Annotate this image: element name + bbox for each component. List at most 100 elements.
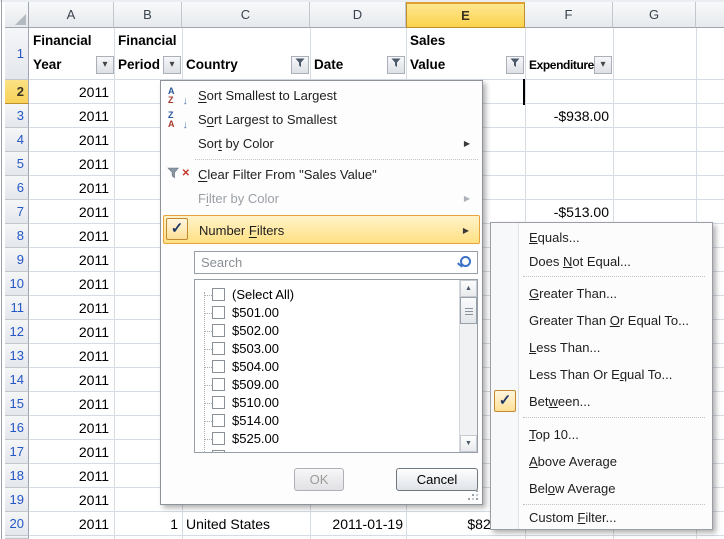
filter-list-item[interactable]: $502.00 — [195, 322, 441, 340]
cell-A18[interactable]: 2011 — [29, 464, 109, 488]
scroll-up-button[interactable]: ▲ — [460, 280, 477, 297]
cell-F3[interactable]: -$938.00 — [525, 104, 609, 128]
cell-A15[interactable]: 2011 — [29, 392, 109, 416]
submenu-item-top-10[interactable]: Top 10... — [492, 421, 711, 448]
filter-list-item[interactable]: $501.00 — [195, 304, 441, 322]
filter-list-item-partial[interactable] — [195, 448, 441, 453]
row-header-14[interactable]: 14 — [5, 368, 29, 392]
row-header-5[interactable]: 5 — [5, 152, 29, 176]
checkbox-unchecked[interactable] — [212, 342, 225, 355]
cell-A8[interactable]: 2011 — [29, 224, 109, 248]
cell-D20[interactable]: 2011-01-19 — [310, 512, 403, 536]
cell-A17[interactable]: 2011 — [29, 440, 109, 464]
row-header-4[interactable]: 4 — [5, 128, 29, 152]
filter-list-item[interactable]: $525.00 — [195, 430, 441, 448]
scrollbar[interactable]: ▲ ▼ — [459, 280, 477, 452]
cell-A4[interactable]: 2011 — [29, 128, 109, 152]
filter-list-item[interactable]: $510.00 — [195, 394, 441, 412]
submenu-item-custom-filter[interactable]: Custom Filter... — [492, 507, 711, 529]
row-header-13[interactable]: 13 — [5, 344, 29, 368]
checkbox-unchecked[interactable] — [212, 432, 225, 445]
column-header-G[interactable]: G — [613, 2, 696, 28]
filter-funnel-button-sales-value[interactable] — [506, 56, 524, 74]
column-header-E-selected[interactable]: E — [406, 2, 525, 28]
menu-item-clear-filter[interactable]: ✕ Clear Filter From "Sales Value" — [163, 163, 480, 187]
submenu-item-equals[interactable]: Equals... — [492, 226, 711, 250]
menu-item-sort-smallest-to-largest[interactable]: AZ↓ Sort Smallest to Largest — [163, 84, 480, 108]
filter-list-item[interactable]: $503.00 — [195, 340, 441, 358]
column-header-C[interactable]: C — [182, 2, 310, 28]
filter-dropdown-button-expenditure[interactable]: ▾ — [594, 56, 612, 74]
row-header-16[interactable]: 16 — [5, 416, 29, 440]
row-header-6[interactable]: 6 — [5, 176, 29, 200]
column-header-partial[interactable] — [696, 2, 724, 28]
row-header-17[interactable]: 17 — [5, 440, 29, 464]
column-header-B[interactable]: B — [114, 2, 182, 28]
cancel-button[interactable]: Cancel — [396, 468, 478, 491]
cell-F7[interactable]: -$513.00 — [525, 200, 609, 224]
checkbox-unchecked[interactable] — [212, 414, 225, 427]
row-header-18[interactable]: 18 — [5, 464, 29, 488]
checkbox-unchecked[interactable] — [212, 288, 225, 301]
filter-list-item[interactable]: $509.00 — [195, 376, 441, 394]
select-all-corner[interactable] — [5, 2, 29, 28]
checkbox-unchecked[interactable] — [212, 378, 225, 391]
row-header-20[interactable]: 20 — [5, 512, 29, 536]
cell-A12[interactable]: 2011 — [29, 320, 109, 344]
row-header-9[interactable]: 9 — [5, 248, 29, 272]
cell-A20[interactable]: 2011 — [29, 512, 109, 536]
scroll-thumb[interactable] — [460, 297, 477, 324]
ok-button[interactable]: OK — [294, 468, 344, 491]
row-header-15[interactable]: 15 — [5, 392, 29, 416]
row-header-11[interactable]: 11 — [5, 296, 29, 320]
column-header-D[interactable]: D — [310, 2, 406, 28]
submenu-item-less-than[interactable]: Less Than... — [492, 334, 711, 361]
menu-item-number-filters[interactable]: ✓ Number Filters ▶ — [163, 215, 480, 244]
row-header-3[interactable]: 3 — [5, 104, 29, 128]
cell-A14[interactable]: 2011 — [29, 368, 109, 392]
cell-A3[interactable]: 2011 — [29, 104, 109, 128]
filter-list-item[interactable]: (Select All) — [195, 286, 441, 304]
row-header-12[interactable]: 12 — [5, 320, 29, 344]
submenu-item-greater-than-or-equal[interactable]: Greater Than Or Equal To... — [492, 307, 711, 334]
cell-A19[interactable]: 2011 — [29, 488, 109, 512]
cell-A16[interactable]: 2011 — [29, 416, 109, 440]
column-header-F[interactable]: F — [525, 2, 613, 28]
menu-item-sort-largest-to-smallest[interactable]: ZA↓ Sort Largest to Smallest — [163, 108, 480, 132]
submenu-item-above-average[interactable]: Above Average — [492, 448, 711, 475]
checkbox-unchecked[interactable] — [212, 450, 225, 453]
submenu-item-between[interactable]: ✓ Between... — [492, 388, 711, 415]
cell-C20[interactable]: United States — [186, 512, 306, 536]
checkbox-unchecked[interactable] — [212, 324, 225, 337]
row-header-8[interactable]: 8 — [5, 224, 29, 248]
row-header-10[interactable]: 10 — [5, 272, 29, 296]
cell-A2[interactable]: 2011 — [29, 80, 109, 104]
search-icon[interactable] — [457, 256, 470, 269]
submenu-item-greater-than[interactable]: Greater Than... — [492, 280, 711, 307]
search-input[interactable] — [195, 252, 459, 273]
submenu-item-less-than-or-equal[interactable]: Less Than Or Equal To... — [492, 361, 711, 388]
checkbox-unchecked[interactable] — [212, 360, 225, 373]
cell-B20[interactable]: 1 — [114, 512, 178, 536]
row-header-2[interactable]: 2 — [5, 80, 29, 104]
row-header-1[interactable]: 1 — [5, 28, 29, 80]
cell-A11[interactable]: 2011 — [29, 296, 109, 320]
cell-A5[interactable]: 2011 — [29, 152, 109, 176]
column-header-A[interactable]: A — [29, 2, 114, 28]
submenu-item-does-not-equal[interactable]: Does Not Equal... — [492, 250, 711, 274]
menu-item-sort-by-color[interactable]: Sort by Color ▶ — [163, 132, 480, 156]
filter-list-item[interactable]: $514.00 — [195, 412, 441, 430]
filter-funnel-button-date[interactable] — [387, 56, 405, 74]
cell-A7[interactable]: 2011 — [29, 200, 109, 224]
filter-list-item[interactable]: $504.00 — [195, 358, 441, 376]
row-header-19[interactable]: 19 — [5, 488, 29, 512]
filter-dropdown-button-financial-period[interactable]: ▾ — [163, 56, 181, 74]
cell-A10[interactable]: 2011 — [29, 272, 109, 296]
row-header-7[interactable]: 7 — [5, 200, 29, 224]
filter-dropdown-button-financial-year[interactable]: ▾ — [96, 56, 114, 74]
checkbox-unchecked[interactable] — [212, 396, 225, 409]
cell-A6[interactable]: 2011 — [29, 176, 109, 200]
cell-A9[interactable]: 2011 — [29, 248, 109, 272]
filter-funnel-button-country[interactable] — [291, 56, 309, 74]
checkbox-unchecked[interactable] — [212, 306, 225, 319]
